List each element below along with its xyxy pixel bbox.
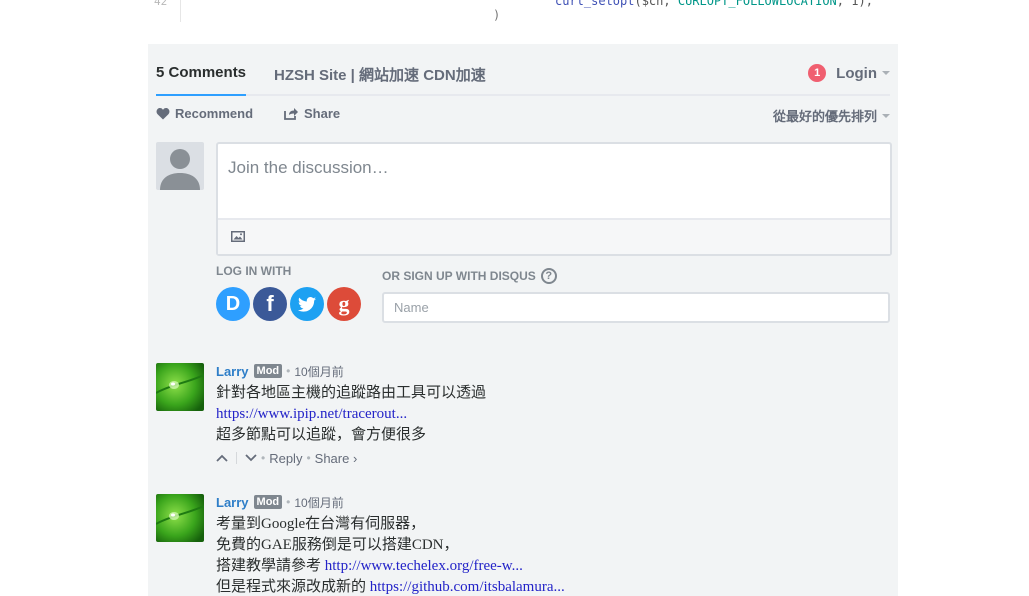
reply-button[interactable]: Reply [269, 451, 302, 466]
code-gutter-divider [180, 0, 181, 22]
code-args-close: , 1); [836, 0, 873, 8]
signup-label: OR SIGN UP WITH DISQUS [382, 269, 536, 283]
separator-dot: • [286, 364, 291, 378]
comment-line: 免費的GAE服務倒是可以搭建CDN， [216, 537, 459, 553]
comment-body: Larry Mod • 10個月前 針對各地區主機的追蹤路由工具可以透過 htt… [216, 362, 890, 467]
google-icon: g [338, 291, 350, 316]
leaf-avatar-image [156, 494, 204, 542]
share-icon [284, 108, 298, 120]
login-with-label: LOG IN WITH [216, 264, 292, 278]
share-label: Share [304, 106, 341, 121]
comment-author[interactable]: Larry [216, 364, 249, 379]
comment-link[interactable]: https://www.ipip.net/tracerout... [216, 406, 407, 422]
comment-time[interactable]: 10個月前 [294, 363, 343, 380]
comment-link[interactable]: https://github.com/itsbalamura... [370, 579, 565, 595]
code-snippet-strip: 42 ) curl_setopt($ch, CURLOPT_FOLLOWLOCA… [148, 0, 898, 22]
comment-body: Larry Mod • 10個月前 考量到Google在台灣有伺服器， 免費的G… [216, 493, 890, 596]
name-input[interactable] [382, 292, 890, 323]
code-brace: ) [493, 8, 501, 22]
comment-header: Larry Mod • 10個月前 [216, 493, 890, 511]
composer-placeholder[interactable]: Join the discussion… [228, 158, 389, 178]
separator-dot: • [306, 451, 311, 465]
comment-footer: • Reply • Share › [216, 449, 890, 467]
facebook-icon: f [266, 291, 274, 316]
thread-nav: 5 Comments HZSH Site | 網站加速 CDN加速 1 Logi… [156, 44, 890, 96]
user-silhouette-icon [160, 149, 200, 190]
mod-badge: Mod [253, 495, 283, 509]
comment-line: 超多節點可以追蹤，會方便很多 [216, 427, 427, 443]
comments-count: 5 [156, 64, 165, 81]
twitter-bird-icon [298, 296, 316, 312]
comment-line: 針對各地區主機的追蹤路由工具可以透過 [216, 385, 487, 401]
image-upload-icon[interactable] [231, 231, 245, 242]
sort-dropdown[interactable]: 從最好的優先排列 [773, 106, 890, 125]
share-thread-button[interactable]: Share [284, 106, 340, 121]
comment-line: 考量到Google在台灣有伺服器， [216, 516, 426, 532]
comment-line: 搭建教學請參考 http://www.techelex.org/free-w..… [216, 556, 890, 577]
downvote-icon[interactable] [245, 454, 257, 462]
notification-badge[interactable]: 1 [808, 64, 827, 82]
help-icon[interactable]: ? [540, 268, 557, 284]
signup-with-disqus: OR SIGN UP WITH DISQUS ? [382, 268, 557, 284]
comment-line-text: 但是程式來源改成新的 [216, 579, 370, 595]
code-line-number: 42 [154, 0, 168, 8]
upvote-icon[interactable] [216, 454, 228, 462]
comment-line-text: 搭建教學請參考 [216, 558, 325, 574]
comment-author[interactable]: Larry [216, 495, 249, 510]
recommend-button[interactable]: Recommend [156, 106, 253, 121]
login-label: Login [836, 64, 877, 82]
comments-label: Comments [168, 64, 247, 81]
code-line: curl_setopt($ch, CURLOPT_FOLLOWLOCATION,… [555, 0, 873, 8]
tab-community[interactable]: HZSH Site | 網站加速 CDN加速 [274, 64, 486, 85]
avatar[interactable] [156, 494, 204, 542]
disqus-thread: 5 Comments HZSH Site | 網站加速 CDN加速 1 Logi… [148, 44, 898, 596]
comment-time[interactable]: 10個月前 [294, 494, 343, 511]
chevron-down-icon [882, 71, 890, 75]
chevron-down-icon [882, 113, 890, 118]
login-menu[interactable]: 1 Login [808, 64, 890, 82]
leaf-avatar-image [156, 363, 204, 411]
google-login-button[interactable]: g [327, 287, 361, 321]
recommend-label: Recommend [175, 106, 254, 121]
comment-text: 針對各地區主機的追蹤路由工具可以透過 https://www.ipip.net/… [216, 383, 890, 446]
guest-avatar [156, 142, 204, 190]
mod-badge: Mod [253, 364, 283, 378]
comment-link[interactable]: http://www.techelex.org/free-w... [325, 558, 523, 574]
thread-actions: Recommend Share 從最好的優先排列 [156, 106, 890, 126]
facebook-login-button[interactable]: f [253, 287, 287, 321]
avatar[interactable] [156, 363, 204, 411]
comment-composer[interactable]: Join the discussion… [216, 142, 892, 256]
sort-label: 從最好的優先排列 [772, 109, 877, 124]
twitter-login-button[interactable] [290, 287, 324, 321]
code-constant: CURLOPT_FOLLOWLOCATION [677, 0, 837, 8]
separator-dot: • [286, 495, 291, 509]
comment-text: 考量到Google在台灣有伺服器， 免費的GAE服務倒是可以搭建CDN， 搭建教… [216, 514, 890, 596]
composer-toolbar [218, 218, 890, 254]
code-args-open: ($ch, [634, 0, 678, 8]
comment-line: https://www.ipip.net/tracerout... [216, 404, 890, 425]
comment-header: Larry Mod • 10個月前 [216, 362, 890, 380]
heart-icon [156, 108, 170, 120]
comment-line: 但是程式來源改成新的 https://github.com/itsbalamur… [216, 577, 890, 596]
separator-dot: • [261, 451, 266, 465]
tab-comments[interactable]: 5 Comments [156, 64, 247, 96]
vote-divider [236, 452, 237, 464]
social-login-buttons: D f g [216, 287, 364, 321]
disqus-login-button[interactable]: D [216, 287, 250, 321]
code-function: curl_setopt [555, 0, 635, 8]
share-comment-button[interactable]: Share › [315, 451, 358, 466]
disqus-icon: D [225, 292, 241, 315]
